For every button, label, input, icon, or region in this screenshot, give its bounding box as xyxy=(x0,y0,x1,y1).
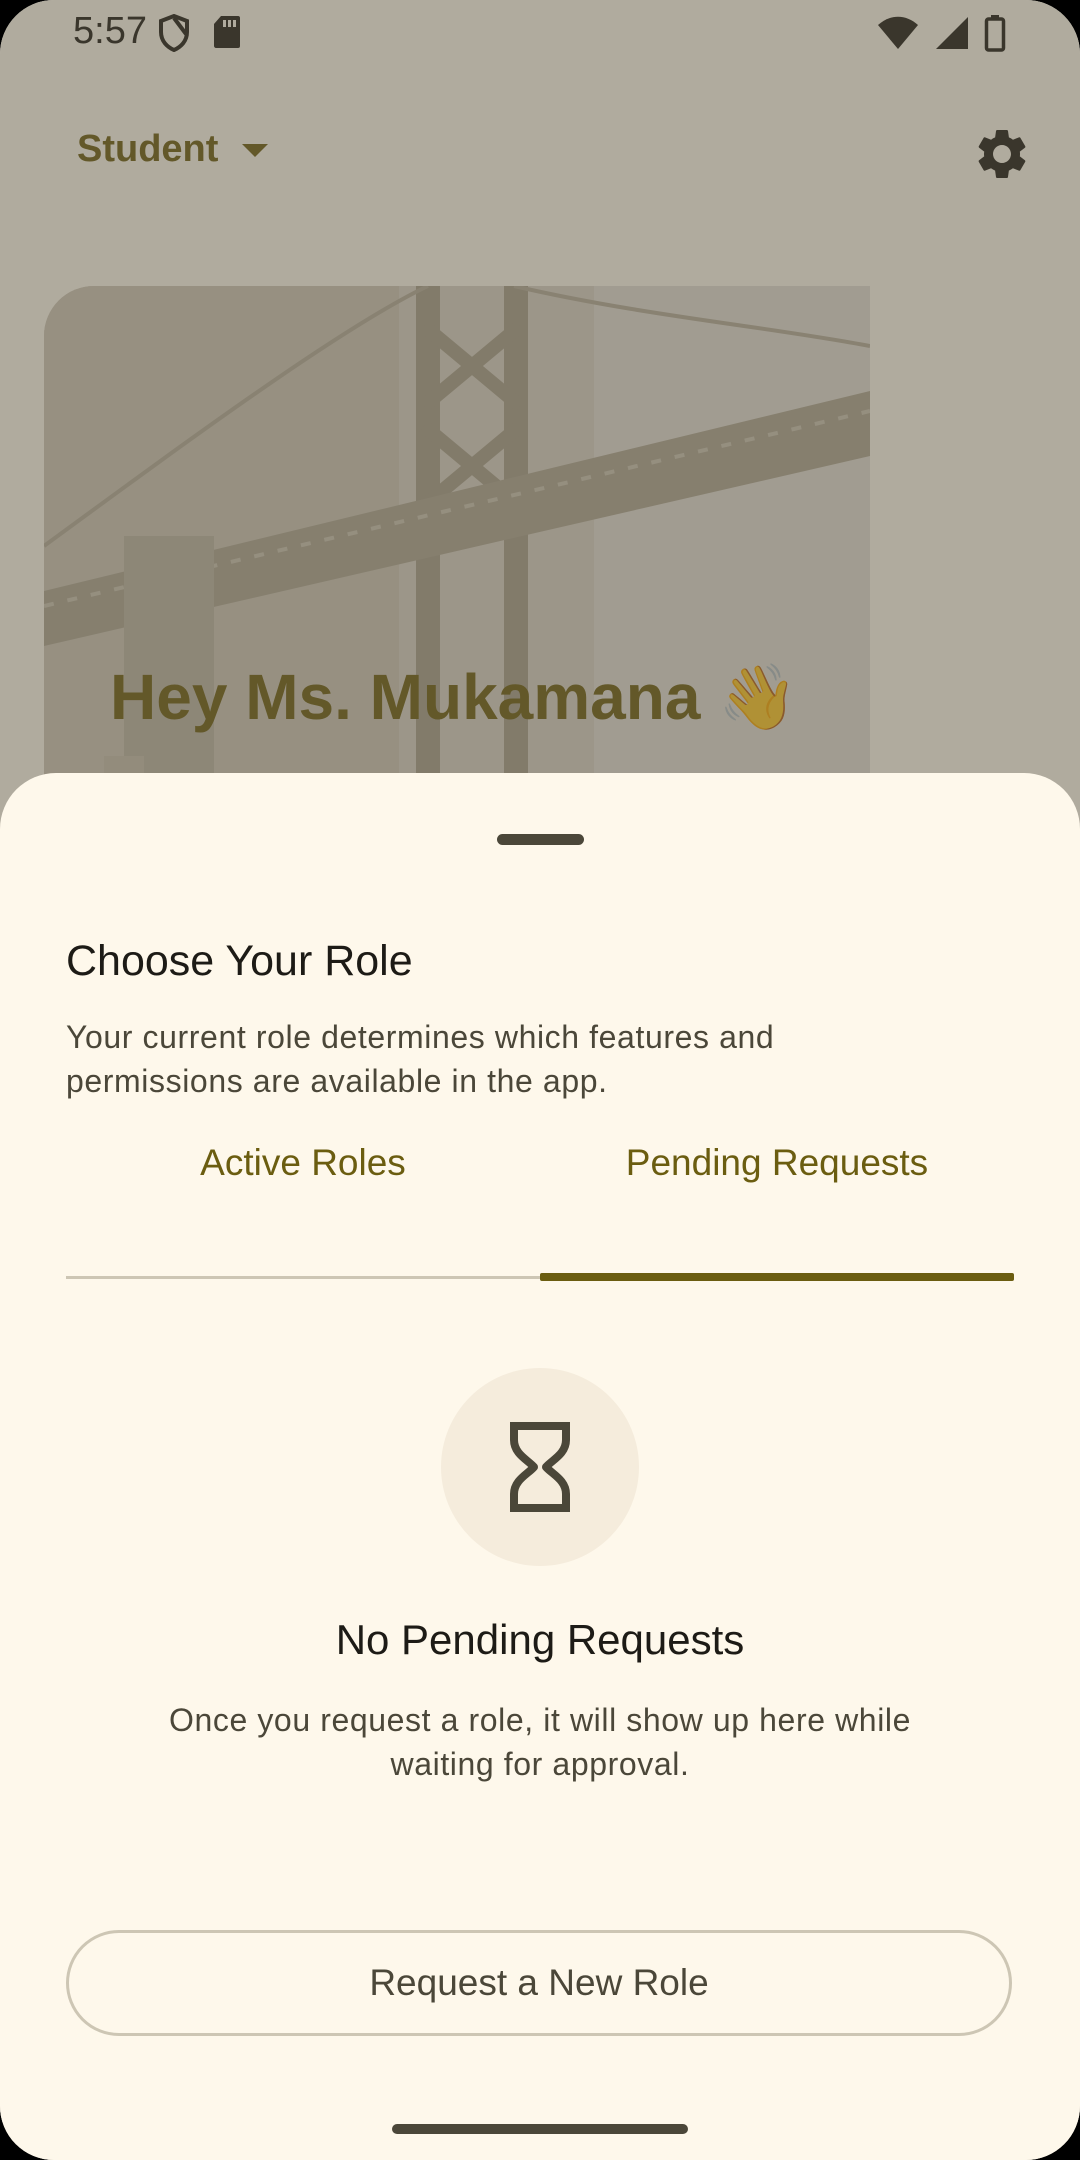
request-new-role-button[interactable]: Request a New Role xyxy=(66,1930,1012,2036)
tab-pending-requests[interactable]: Pending Requests xyxy=(540,1133,1014,1213)
empty-state-description: Once you request a role, it will show up… xyxy=(168,1702,912,1782)
tab-selected-indicator xyxy=(540,1273,1014,1281)
empty-state-title: No Pending Requests xyxy=(335,1616,745,1663)
sheet-title: Choose Your Role xyxy=(66,937,413,985)
screen: 5:57 Student Hey Ms. Mukamana 👋 Choose Y… xyxy=(0,0,1080,2160)
gesture-nav-handle[interactable] xyxy=(392,2124,688,2134)
empty-state-icon-container xyxy=(441,1368,639,1566)
tab-active-roles[interactable]: Active Roles xyxy=(66,1133,540,1213)
role-tabs: Active Roles Pending Requests xyxy=(66,1133,1014,1213)
drag-handle[interactable] xyxy=(497,834,584,845)
request-new-role-label: Request a New Role xyxy=(369,1962,709,2003)
hourglass-icon xyxy=(510,1422,570,1512)
role-bottom-sheet: Choose Your Role Your current role deter… xyxy=(0,773,1080,2160)
tab-label: Pending Requests xyxy=(625,1142,929,1183)
sheet-description: Your current role determines which featu… xyxy=(66,1019,775,1099)
tab-label: Active Roles xyxy=(200,1142,406,1183)
